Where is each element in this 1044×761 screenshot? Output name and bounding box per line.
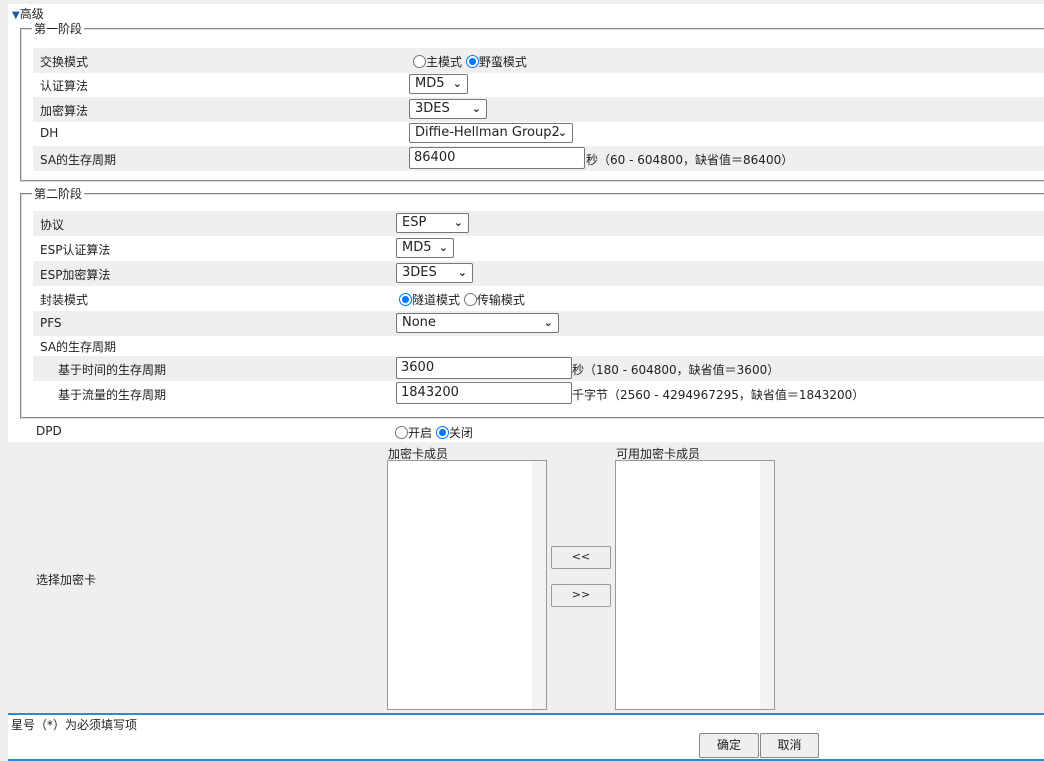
esp-auth-row: ESP认证算法 MD5 ⌄ — [33, 236, 1044, 261]
esp-auth-label: ESP认证算法 — [40, 243, 111, 257]
sa-traffic-hint: 千字节（2560 - 4294967295，缺省值＝1843200） — [572, 388, 865, 402]
chevron-down-icon: ⌄ — [471, 102, 481, 115]
enc-row: 加密算法 3DES ⌄ — [33, 97, 1044, 122]
sa-traffic-value: 1843200 — [401, 385, 459, 400]
enc-label: 加密算法 — [40, 104, 89, 118]
sa2-label: SA的生存周期 — [40, 340, 117, 354]
esp-auth-select[interactable]: MD5 ⌄ — [396, 238, 454, 258]
ok-button[interactable]: 确定 — [699, 733, 759, 758]
sa-time-row: 基于时间的生存周期 3600 秒（180 - 604800，缺省值＝3600） — [33, 356, 1044, 381]
left-gutter — [0, 0, 8, 761]
dh-row: DH Diffie-Hellman Group2 ⌄ — [33, 121, 1044, 146]
radio-transport-mode[interactable] — [463, 293, 477, 306]
sa-hint: 秒（60 - 604800，缺省值＝86400） — [586, 153, 794, 167]
radio-aggressive-mode-label: 野蛮模式 — [478, 55, 527, 69]
exchange-mode-row: 交换模式 主模式 野蛮模式 — [33, 48, 1044, 73]
encap-row: 封装模式 隧道模式 传输模式 — [33, 286, 1044, 311]
divider — [8, 713, 1044, 715]
protocol-value: ESP — [402, 215, 427, 230]
radio-main-mode-label: 主模式 — [426, 55, 463, 69]
protocol-label: 协议 — [40, 218, 65, 232]
auth-value: MD5 — [415, 76, 445, 91]
radio-tunnel-mode-label: 隧道模式 — [412, 293, 461, 307]
esp-enc-value: 3DES — [402, 265, 437, 280]
radio-dpd-off-label: 关闭 — [448, 426, 473, 440]
chevron-down-icon: ⌄ — [557, 126, 567, 139]
sa-traffic-input[interactable]: 1843200 — [396, 382, 572, 404]
auth-label: 认证算法 — [40, 79, 89, 93]
phase2-legend: 第二阶段 — [32, 185, 85, 202]
enc-value: 3DES — [415, 101, 450, 116]
phase1-legend: 第一阶段 — [32, 20, 85, 37]
remove-card-button[interactable]: >> — [551, 584, 611, 607]
sa-input[interactable]: 86400 — [409, 147, 585, 169]
chevron-down-icon: ⌄ — [438, 241, 448, 254]
esp-enc-label: ESP加密算法 — [40, 268, 111, 282]
radio-dpd-on[interactable] — [395, 426, 408, 439]
scrollbar[interactable] — [532, 461, 546, 709]
exchange-mode-label: 交换模式 — [40, 55, 89, 69]
dpd-row: DPD 开启 关闭 — [8, 421, 1044, 442]
esp-enc-select[interactable]: 3DES ⌄ — [396, 263, 473, 283]
chevron-down-icon: ⌄ — [452, 77, 462, 90]
sa-traffic-row: 基于流量的生存周期 1843200 千字节（2560 - 4294967295，… — [33, 381, 1044, 406]
protocol-select[interactable]: ESP ⌄ — [396, 213, 469, 233]
pfs-row: PFS None ⌄ — [33, 311, 1044, 336]
radio-dpd-on-label: 开启 — [408, 426, 433, 440]
dh-select[interactable]: Diffie-Hellman Group2 ⌄ — [409, 123, 573, 143]
sa-time-label: 基于时间的生存周期 — [58, 363, 167, 377]
available-listbox[interactable] — [615, 460, 775, 710]
chevron-down-icon: ⌄ — [543, 316, 553, 329]
sa-row: SA的生存周期 86400 秒（60 - 604800，缺省值＝86400） — [33, 146, 1044, 171]
auth-row: 认证算法 MD5 ⌄ — [33, 72, 1044, 97]
sa-time-value: 3600 — [401, 360, 435, 375]
sa-label: SA的生存周期 — [40, 153, 117, 167]
triangle-down-icon: ▼ — [12, 10, 20, 21]
radio-aggressive-mode[interactable] — [465, 55, 479, 68]
pfs-label: PFS — [40, 316, 62, 330]
encap-label: 封装模式 — [40, 293, 89, 307]
chevron-down-icon: ⌄ — [453, 216, 463, 229]
dh-label: DH — [40, 126, 59, 140]
auth-select[interactable]: MD5 ⌄ — [409, 74, 468, 94]
protocol-row: 协议 ESP ⌄ — [33, 211, 1044, 236]
card-select-label: 选择加密卡 — [36, 573, 97, 587]
sa-traffic-label: 基于流量的生存周期 — [58, 388, 167, 402]
chevron-down-icon: ⌄ — [457, 266, 467, 279]
radio-transport-mode-label: 传输模式 — [476, 293, 525, 307]
esp-enc-row: ESP加密算法 3DES ⌄ — [33, 261, 1044, 286]
top-bar — [0, 0, 1044, 4]
sa-value: 86400 — [414, 150, 456, 165]
scrollbar[interactable] — [760, 461, 774, 709]
radio-dpd-off[interactable] — [435, 426, 449, 439]
sa-time-input[interactable]: 3600 — [396, 357, 572, 379]
cancel-button[interactable]: 取消 — [760, 733, 819, 758]
dpd-label: DPD — [36, 424, 62, 438]
required-note: 星号（*）为必须填写项 — [11, 718, 138, 732]
add-card-button[interactable]: << — [551, 546, 611, 569]
esp-auth-value: MD5 — [402, 240, 432, 255]
pfs-select[interactable]: None ⌄ — [396, 313, 559, 333]
sa2-header-row: SA的生存周期 — [33, 335, 1044, 356]
radio-main-mode[interactable] — [413, 55, 426, 68]
enc-select[interactable]: 3DES ⌄ — [409, 99, 487, 119]
sa-time-hint: 秒（180 - 604800，缺省值＝3600） — [572, 363, 780, 377]
dh-value: Diffie-Hellman Group2 — [415, 125, 560, 140]
radio-tunnel-mode[interactable] — [399, 293, 412, 306]
pfs-value: None — [402, 315, 436, 330]
members-listbox[interactable] — [387, 460, 547, 710]
